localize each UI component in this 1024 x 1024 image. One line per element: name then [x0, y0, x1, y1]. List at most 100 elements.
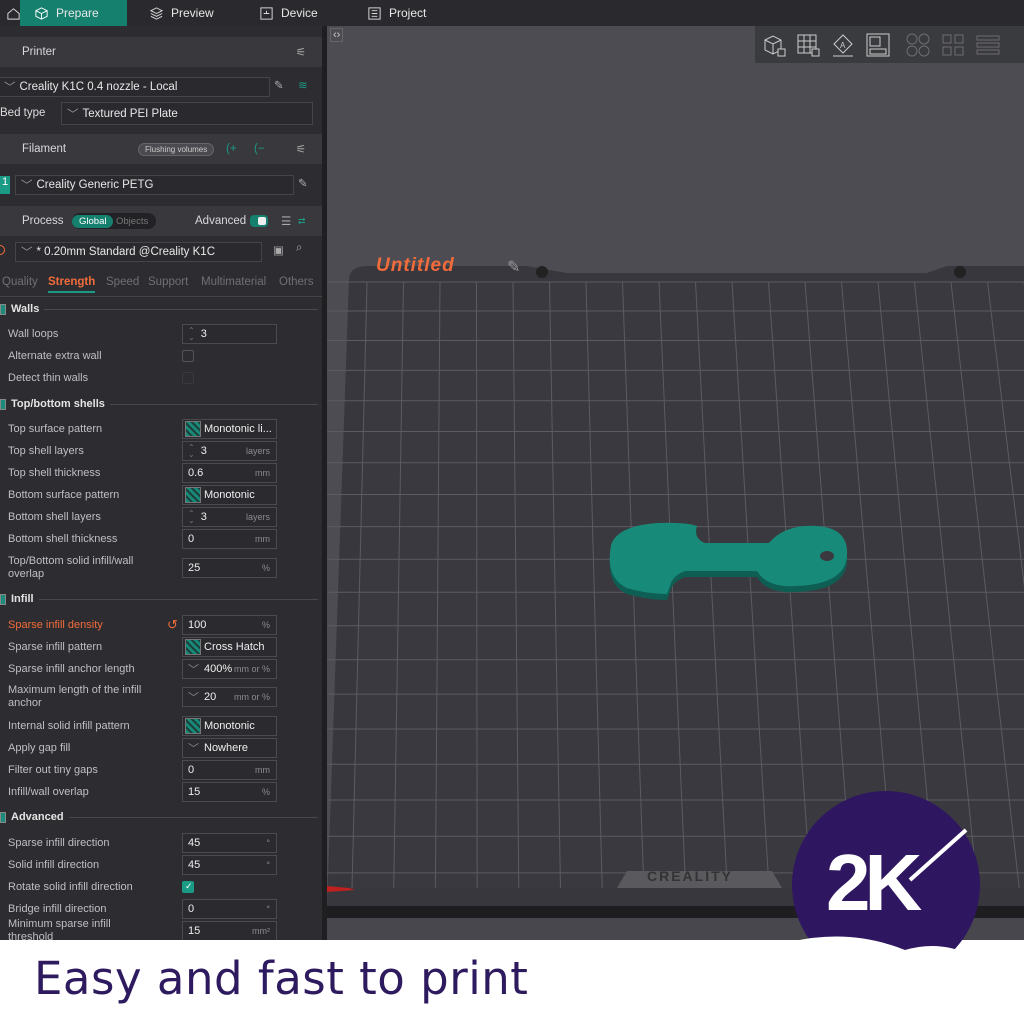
tab-label: Project	[389, 6, 427, 20]
edit-icon[interactable]: ✎	[274, 78, 284, 92]
save-icon[interactable]: ▣	[273, 243, 284, 257]
setting-value-field[interactable]: Cross Hatch	[182, 637, 277, 657]
setting-label: Detect thin walls	[8, 372, 89, 384]
tab-preview[interactable]: Preview	[135, 0, 228, 26]
bed-type-select[interactable]: ﹀ Textured PEI Plate	[61, 102, 313, 125]
tab-device[interactable]: Device	[245, 0, 332, 26]
printer-select[interactable]: ﹀ Creality K1C 0.4 nozzle - Local	[0, 77, 270, 97]
subtab-quality[interactable]: Quality	[2, 276, 38, 288]
subtab-multimaterial[interactable]: Multimaterial	[201, 276, 266, 288]
arrange-icon[interactable]	[865, 32, 891, 58]
edit-plate-name-icon[interactable]: ✎	[507, 257, 520, 277]
filament-slot-badge: 1	[0, 176, 10, 194]
setting-value-field[interactable]: ⌃ ⌄ 3	[182, 324, 277, 344]
setting-value-field[interactable]: ⌃ ⌄ 3 layers	[182, 507, 277, 527]
spinner-icon[interactable]: ⌃ ⌄	[188, 444, 195, 459]
compare-icon[interactable]: ⇄	[298, 216, 306, 227]
setting-value-field[interactable]: 0 mm	[182, 760, 277, 780]
setting-value-field[interactable]: 45 °	[182, 855, 277, 875]
tab-prepare[interactable]: Prepare	[20, 0, 127, 26]
setting-label: Solid infill direction	[8, 859, 100, 871]
advanced-label: Advanced	[195, 215, 247, 227]
setting-value-field[interactable]: ⌃ ⌄ 3 layers	[182, 441, 277, 461]
subtab-strength[interactable]: Strength	[48, 276, 96, 293]
split-objects-icon[interactable]	[905, 32, 931, 58]
spinner-icon[interactable]: ⌃ ⌄	[188, 510, 195, 525]
setting-value-field[interactable]: Monotonic li...	[182, 419, 277, 439]
filament-title: Filament	[22, 143, 67, 155]
group-advanced: Advanced	[0, 811, 318, 823]
setting-label: Maximum length of the infill anchor	[8, 684, 142, 709]
setting-label: Top surface pattern	[8, 423, 103, 435]
setting-value: 3	[200, 511, 207, 523]
2k-logo: 2K	[790, 791, 990, 980]
cube-icon	[35, 6, 48, 20]
setting-label: Bottom shell layers	[8, 511, 101, 523]
chevron-down-icon: ﹀	[188, 692, 199, 704]
search-icon[interactable]: ⌕	[296, 242, 302, 255]
setting-value-field[interactable]: 45 °	[182, 833, 277, 853]
modified-indicator-icon	[0, 245, 5, 255]
setting-value-field[interactable]: 15%	[182, 782, 277, 802]
add-filament-icon[interactable]: (+	[226, 143, 237, 155]
logo-text: 2K	[826, 838, 922, 927]
remove-filament-icon[interactable]: (−	[254, 143, 265, 155]
advanced-switch[interactable]	[250, 215, 268, 227]
setting-value-field[interactable]: 15 mm²	[182, 921, 277, 940]
setting-value-field[interactable]: Monotonic	[182, 716, 277, 736]
top-bar: Prepare Preview Device Project	[0, 0, 1024, 26]
process-preset: * 0.20mm Standard @Creality K1C	[36, 246, 216, 258]
collapse-panel-icon[interactable]: ‹›	[330, 28, 344, 42]
setting-value: 0	[188, 764, 195, 776]
flushing-volumes-button[interactable]: Flushing volumes	[138, 142, 215, 156]
subtab-support[interactable]: Support	[148, 276, 188, 288]
setting-value-field[interactable]: ﹀ Nowhere	[182, 738, 277, 758]
filament-select[interactable]: ﹀ Creality Generic PETG	[15, 175, 294, 195]
setting-value-field[interactable]: 0 °	[182, 899, 277, 919]
subtab-speed[interactable]: Speed	[106, 276, 139, 288]
process-title: Process	[22, 215, 64, 227]
bed-type-label: Bed type	[0, 107, 46, 119]
global-toggle[interactable]: Global	[72, 214, 114, 228]
group-icon	[0, 303, 6, 315]
edit-icon[interactable]: ✎	[298, 176, 308, 190]
auto-orient-icon[interactable]: A	[830, 32, 856, 58]
settings-sliders-icon[interactable]: ⚟	[296, 45, 306, 59]
group-title: Top/bottom shells	[11, 398, 105, 410]
split-parts-icon[interactable]	[940, 32, 966, 58]
reset-icon[interactable]: ↺	[167, 617, 178, 633]
tab-label: Preview	[171, 6, 214, 20]
settings-sliders-icon[interactable]: ⚟	[296, 142, 306, 156]
setting-value-field[interactable]: ﹀ 400% mm or %	[182, 659, 277, 679]
setting-label: Internal solid infill pattern	[8, 720, 130, 732]
setting-value-field[interactable]: 0.6 mm	[182, 463, 277, 483]
tab-label: Device	[281, 6, 318, 20]
setting-value: 100	[188, 619, 207, 631]
subtab-others[interactable]: Others	[279, 276, 314, 288]
process-preset-select[interactable]: ﹀ * 0.20mm Standard @Creality K1C	[15, 242, 262, 262]
setting-value: Nowhere	[204, 742, 249, 754]
list-icon[interactable]: ☰	[281, 214, 291, 228]
setting-value: Cross Hatch	[204, 641, 265, 653]
setting-value-field[interactable]: ﹀ 20 mm or %	[182, 687, 277, 707]
layers-editing-icon[interactable]	[975, 32, 1001, 58]
setting-value-field[interactable]: Monotonic	[182, 485, 277, 505]
device-icon	[260, 6, 273, 20]
setting-unit: mm or %	[234, 692, 270, 702]
setting-checkbox[interactable]: ✓	[182, 881, 194, 893]
plate-name[interactable]: Untitled	[376, 255, 455, 277]
tab-project[interactable]: Project	[353, 0, 440, 26]
objects-toggle[interactable]: Objects	[116, 216, 148, 227]
setting-value-field[interactable]: 100%	[182, 615, 277, 635]
check-icon: ✓	[185, 881, 193, 891]
setting-label: Rotate solid infill direction	[8, 881, 133, 893]
add-object-icon[interactable]	[761, 32, 787, 58]
setting-checkbox[interactable]	[182, 350, 194, 362]
wifi-icon[interactable]: ≋	[298, 78, 308, 92]
spinner-icon[interactable]: ⌃ ⌄	[188, 327, 195, 342]
setting-value-field[interactable]: 0 mm	[182, 529, 277, 549]
setting-value-field[interactable]: 25%	[182, 558, 277, 578]
add-plate-icon[interactable]	[795, 32, 821, 58]
setting-checkbox[interactable]	[182, 372, 194, 384]
setting-label: Sparse infill direction	[8, 837, 110, 849]
